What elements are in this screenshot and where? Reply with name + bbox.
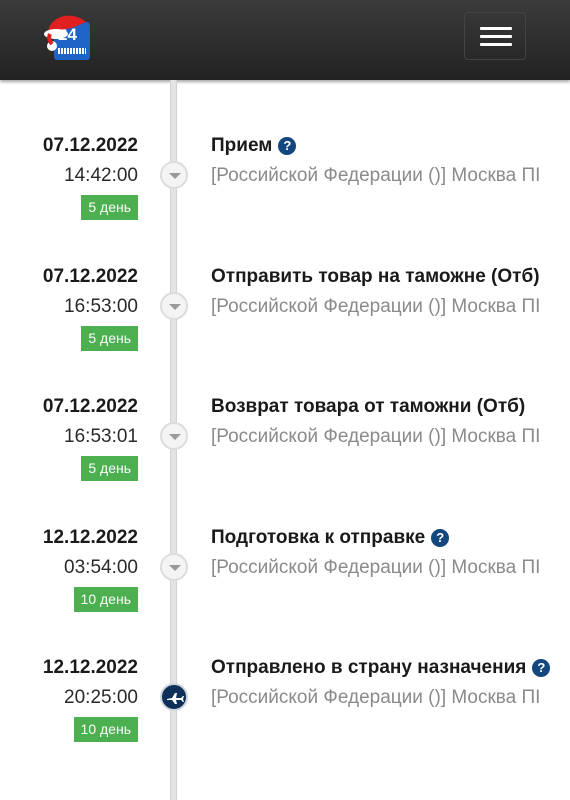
airplane-icon xyxy=(167,693,184,704)
event-status-text: Прием xyxy=(211,135,273,156)
help-icon[interactable]: ? xyxy=(278,137,297,155)
menu-button[interactable] xyxy=(464,12,526,60)
timeline-marker xyxy=(160,553,188,581)
days-badge: 5 день xyxy=(81,195,138,220)
event-location: [Российской Федерации ()] Москва ПІ xyxy=(211,426,541,447)
event-status-text: Отправить товар на таможне (Отб) xyxy=(211,266,540,287)
event-status: Подготовка к отправке? xyxy=(211,527,450,549)
chevron-down-icon xyxy=(169,304,181,310)
timeline-marker xyxy=(160,161,188,189)
event-status: Возврат товара от таможни (Отб) xyxy=(211,396,525,418)
event-location: [Российской Федерации ()] Москва ПІ xyxy=(211,557,541,578)
hamburger-icon xyxy=(480,43,512,46)
days-badge: 10 день xyxy=(73,587,138,612)
timeline-marker xyxy=(160,683,188,711)
event-time: 14:42:00 xyxy=(64,165,138,186)
help-icon[interactable]: ? xyxy=(532,659,551,677)
event-location: [Российской Федерации ()] Москва ПІ xyxy=(211,296,541,317)
days-badge: 10 день xyxy=(73,717,138,742)
santa-hat-icon xyxy=(44,15,86,51)
days-badge: 5 день xyxy=(81,326,138,351)
event-date: 07.12.2022 xyxy=(42,135,138,156)
timeline-marker xyxy=(160,422,188,450)
event-location: [Российской Федерации ()] Москва ПІ xyxy=(211,165,541,186)
event-time: 16:53:00 xyxy=(64,296,138,317)
event-time: 03:54:00 xyxy=(64,557,138,578)
chevron-down-icon xyxy=(169,434,181,440)
top-navbar: 24 xyxy=(0,0,570,80)
site-logo[interactable]: 24 xyxy=(42,8,98,60)
timeline-event: 07.12.2022 14:42:00 5 день Прием? [Российско… xyxy=(0,135,570,255)
timeline-event: 07.12.2022 16:53:00 5 день Отправить товар … xyxy=(0,266,570,386)
event-date: 12.12.2022 xyxy=(42,527,138,548)
event-time: 16:53:01 xyxy=(64,426,138,447)
timeline-event: 12.12.2022 03:54:00 10 день Подготовка к от… xyxy=(0,527,570,647)
event-status-text: Возврат товара от таможни (Отб) xyxy=(211,396,526,417)
chevron-down-icon xyxy=(169,173,181,179)
timeline-marker xyxy=(160,292,188,320)
days-badge: 5 день xyxy=(81,456,138,481)
hamburger-icon xyxy=(480,35,512,38)
event-status: Отправить товар на таможне (Отб) xyxy=(211,266,540,288)
hamburger-icon xyxy=(480,27,512,30)
event-status: Прием? xyxy=(211,135,297,157)
event-status: Отправлено в страну назначения? xyxy=(211,657,551,679)
event-status-text: Отправлено в страну назначения xyxy=(211,657,527,678)
event-date: 07.12.2022 xyxy=(42,266,138,287)
timeline-event: 07.12.2022 16:53:01 5 день Возврат товара о… xyxy=(0,396,570,516)
chevron-down-icon xyxy=(169,565,181,571)
event-status-text: Подготовка к отправке xyxy=(211,527,426,548)
event-date: 12.12.2022 xyxy=(42,657,138,678)
event-time: 20:25:00 xyxy=(64,687,138,708)
event-location: [Российской Федерации ()] Москва ПІ xyxy=(211,687,541,708)
help-icon[interactable]: ? xyxy=(431,529,450,547)
timeline-event: 12.12.2022 20:25:00 10 день Отправлено в ст… xyxy=(0,657,570,777)
event-date: 07.12.2022 xyxy=(42,396,138,417)
